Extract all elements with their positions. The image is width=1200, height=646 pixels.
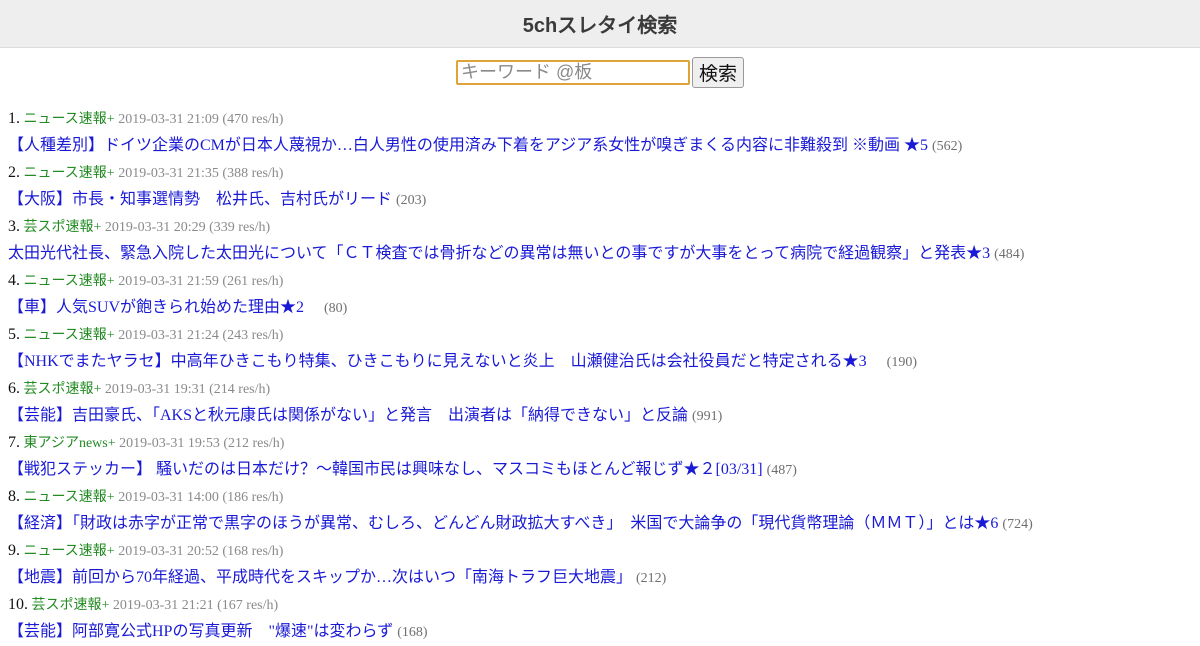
- board-link[interactable]: ニュース速報+: [24, 274, 115, 289]
- response-count: (991): [692, 409, 723, 424]
- thread-title-link[interactable]: 【芸能】阿部寛公式HPの写真更新 "爆速"は変わらず: [8, 623, 393, 640]
- rank-number: 6.: [8, 380, 20, 397]
- board-link[interactable]: 芸スポ速報+: [32, 598, 110, 613]
- list-item: 3. 芸スポ速報+ 2019-03-31 20:29 (339 res/h) 太田…: [8, 213, 1200, 267]
- rank-number: 2.: [8, 164, 20, 181]
- timestamp-rate: 2019-03-31 19:53 (212 res/h): [119, 436, 285, 451]
- list-item: 7. 東アジアnews+ 2019-03-31 19:53 (212 res/h…: [8, 429, 1200, 483]
- thread-meta: 2. ニュース速報+ 2019-03-31 21:35 (388 res/h): [8, 159, 1200, 186]
- list-item: 8. ニュース速報+ 2019-03-31 14:00 (186 res/h) 【…: [8, 483, 1200, 537]
- thread-list: 1. ニュース速報+ 2019-03-31 21:09 (470 res/h) 【…: [0, 105, 1200, 645]
- board-link[interactable]: 芸スポ速報+: [24, 220, 102, 235]
- response-count: (562): [931, 139, 963, 154]
- response-count: (724): [1002, 517, 1033, 532]
- rank-number: 4.: [8, 272, 20, 289]
- thread-title-link[interactable]: 【芸能】吉田豪氏、「AKSと秋元康氏は関係がない」と発言 出演者は「納得できない…: [8, 407, 688, 424]
- response-count: (168): [397, 625, 428, 640]
- timestamp-rate: 2019-03-31 21:24 (243 res/h): [118, 328, 284, 343]
- board-link[interactable]: 東アジアnews+: [24, 436, 116, 451]
- timestamp-rate: 2019-03-31 20:52 (168 res/h): [118, 544, 284, 559]
- list-item: 9. ニュース速報+ 2019-03-31 20:52 (168 res/h) 【…: [8, 537, 1200, 591]
- rank-number: 3.: [8, 218, 20, 235]
- site-title: 5chスレタイ検索: [522, 15, 678, 37]
- response-count: (212): [636, 571, 667, 586]
- rank-number: 9.: [8, 542, 20, 559]
- thread-meta: 9. ニュース速報+ 2019-03-31 20:52 (168 res/h): [8, 537, 1200, 564]
- thread-title-link[interactable]: 【戦犯ステッカー】 騒いだのは日本だけ？～韓国市民は興味なし、マスコミもほとんど…: [8, 461, 763, 478]
- timestamp-rate: 2019-03-31 21:21 (167 res/h): [112, 598, 279, 613]
- board-link[interactable]: ニュース速報+: [24, 112, 115, 127]
- rank-number: 10.: [8, 596, 28, 613]
- list-item: 10. 芸スポ速報+ 2019-03-31 21:21 (167 res/h) 【…: [8, 591, 1200, 645]
- search-button[interactable]: 検索: [691, 56, 744, 88]
- thread-title-line: 【芸能】阿部寛公式HPの写真更新 "爆速"は変わらず (168): [8, 618, 1200, 645]
- list-item: 6. 芸スポ速報+ 2019-03-31 19:31 (214 res/h) 【芸…: [8, 375, 1200, 429]
- board-link[interactable]: 芸スポ速報+: [24, 382, 102, 397]
- board-link[interactable]: ニュース速報+: [24, 328, 115, 343]
- thread-title-line: 【経済】「財政は赤字が正常で黒字のほうが異常、むしろ、どんどん財政拡大すべき」 …: [8, 510, 1200, 537]
- thread-meta: 8. ニュース速報+ 2019-03-31 14:00 (186 res/h): [8, 483, 1200, 510]
- response-count: (203): [396, 193, 427, 208]
- thread-meta: 5. ニュース速報+ 2019-03-31 21:24 (243 res/h): [8, 321, 1200, 348]
- timestamp-rate: 2019-03-31 21:59 (261 res/h): [118, 274, 284, 289]
- thread-meta: 4. ニュース速報+ 2019-03-31 21:59 (261 res/h): [8, 267, 1200, 294]
- thread-meta: 3. 芸スポ速報+ 2019-03-31 20:29 (339 res/h): [8, 213, 1200, 240]
- list-item: 4. ニュース速報+ 2019-03-31 21:59 (261 res/h) 【…: [8, 267, 1200, 321]
- thread-title-line: 【NHKでまたヤラセ】中高年ひきこもり特集、ひきこもりに見えないと炎上 山瀬健治…: [8, 348, 1200, 375]
- search-input[interactable]: [455, 59, 690, 85]
- thread-meta: 6. 芸スポ速報+ 2019-03-31 19:31 (214 res/h): [8, 375, 1200, 402]
- timestamp-rate: 2019-03-31 14:00 (186 res/h): [118, 490, 284, 505]
- search-form: 検索: [0, 48, 1200, 96]
- timestamp-rate: 2019-03-31 19:31 (214 res/h): [104, 382, 271, 397]
- board-link[interactable]: ニュース速報+: [24, 544, 115, 559]
- board-link[interactable]: ニュース速報+: [24, 490, 115, 505]
- header-bar: 5chスレタイ検索: [0, 0, 1200, 48]
- list-item: 2. ニュース速報+ 2019-03-31 21:35 (388 res/h) 【…: [8, 159, 1200, 213]
- response-count: (484): [994, 247, 1025, 262]
- thread-title-link[interactable]: 太田光代社長、緊急入院した太田光について「ＣＴ検査では骨折などの異常は無いとの事…: [8, 245, 990, 262]
- response-count: (487): [766, 463, 797, 478]
- rank-number: 8.: [8, 488, 20, 505]
- thread-title-line: 太田光代社長、緊急入院した太田光について「ＣＴ検査では骨折などの異常は無いとの事…: [8, 240, 1200, 267]
- thread-title-line: 【人種差別】ドイツ企業のCMが日本人蔑視か…白人男性の使用済み下着をアジア系女性…: [8, 132, 1200, 159]
- timestamp-rate: 2019-03-31 21:09 (470 res/h): [118, 112, 284, 127]
- thread-title-link[interactable]: 【大阪】市長・知事選情勢 松井氏、吉村氏がリード: [8, 191, 392, 208]
- thread-title-link[interactable]: 【経済】「財政は赤字が正常で黒字のほうが異常、むしろ、どんどん財政拡大すべき」 …: [8, 515, 998, 532]
- rank-number: 1.: [8, 110, 20, 127]
- thread-meta: 10. 芸スポ速報+ 2019-03-31 21:21 (167 res/h): [8, 591, 1200, 618]
- timestamp-rate: 2019-03-31 20:29 (339 res/h): [104, 220, 271, 235]
- timestamp-rate: 2019-03-31 21:35 (388 res/h): [118, 166, 284, 181]
- thread-title-line: 【車】人気SUVが飽きられ始めた理由★2 (80): [8, 294, 1200, 321]
- thread-meta: 1. ニュース速報+ 2019-03-31 21:09 (470 res/h): [8, 105, 1200, 132]
- thread-title-link[interactable]: 【地震】前回から70年経過、平成時代をスキップか…次はいつ「南海トラフ巨大地震」: [8, 569, 632, 586]
- response-count: (80): [324, 301, 348, 316]
- response-count: (190): [886, 355, 917, 370]
- thread-title-link[interactable]: 【人種差別】ドイツ企業のCMが日本人蔑視か…白人男性の使用済み下着をアジア系女性…: [8, 137, 928, 154]
- thread-title-link[interactable]: 【車】人気SUVが飽きられ始めた理由★2: [8, 299, 320, 316]
- list-item: 1. ニュース速報+ 2019-03-31 21:09 (470 res/h) 【…: [8, 105, 1200, 159]
- thread-title-line: 【戦犯ステッカー】 騒いだのは日本だけ？～韓国市民は興味なし、マスコミもほとんど…: [8, 456, 1200, 483]
- thread-title-line: 【芸能】吉田豪氏、「AKSと秋元康氏は関係がない」と発言 出演者は「納得できない…: [8, 402, 1200, 429]
- thread-title-line: 【地震】前回から70年経過、平成時代をスキップか…次はいつ「南海トラフ巨大地震」…: [8, 564, 1200, 591]
- rank-number: 5.: [8, 326, 20, 343]
- list-item: 5. ニュース速報+ 2019-03-31 21:24 (243 res/h) 【…: [8, 321, 1200, 375]
- thread-title-link[interactable]: 【NHKでまたヤラセ】中高年ひきこもり特集、ひきこもりに見えないと炎上 山瀬健治…: [8, 353, 883, 370]
- thread-meta: 7. 東アジアnews+ 2019-03-31 19:53 (212 res/h…: [8, 429, 1200, 456]
- rank-number: 7.: [8, 434, 20, 451]
- board-link[interactable]: ニュース速報+: [24, 166, 115, 181]
- thread-title-line: 【大阪】市長・知事選情勢 松井氏、吉村氏がリード (203): [8, 186, 1200, 213]
